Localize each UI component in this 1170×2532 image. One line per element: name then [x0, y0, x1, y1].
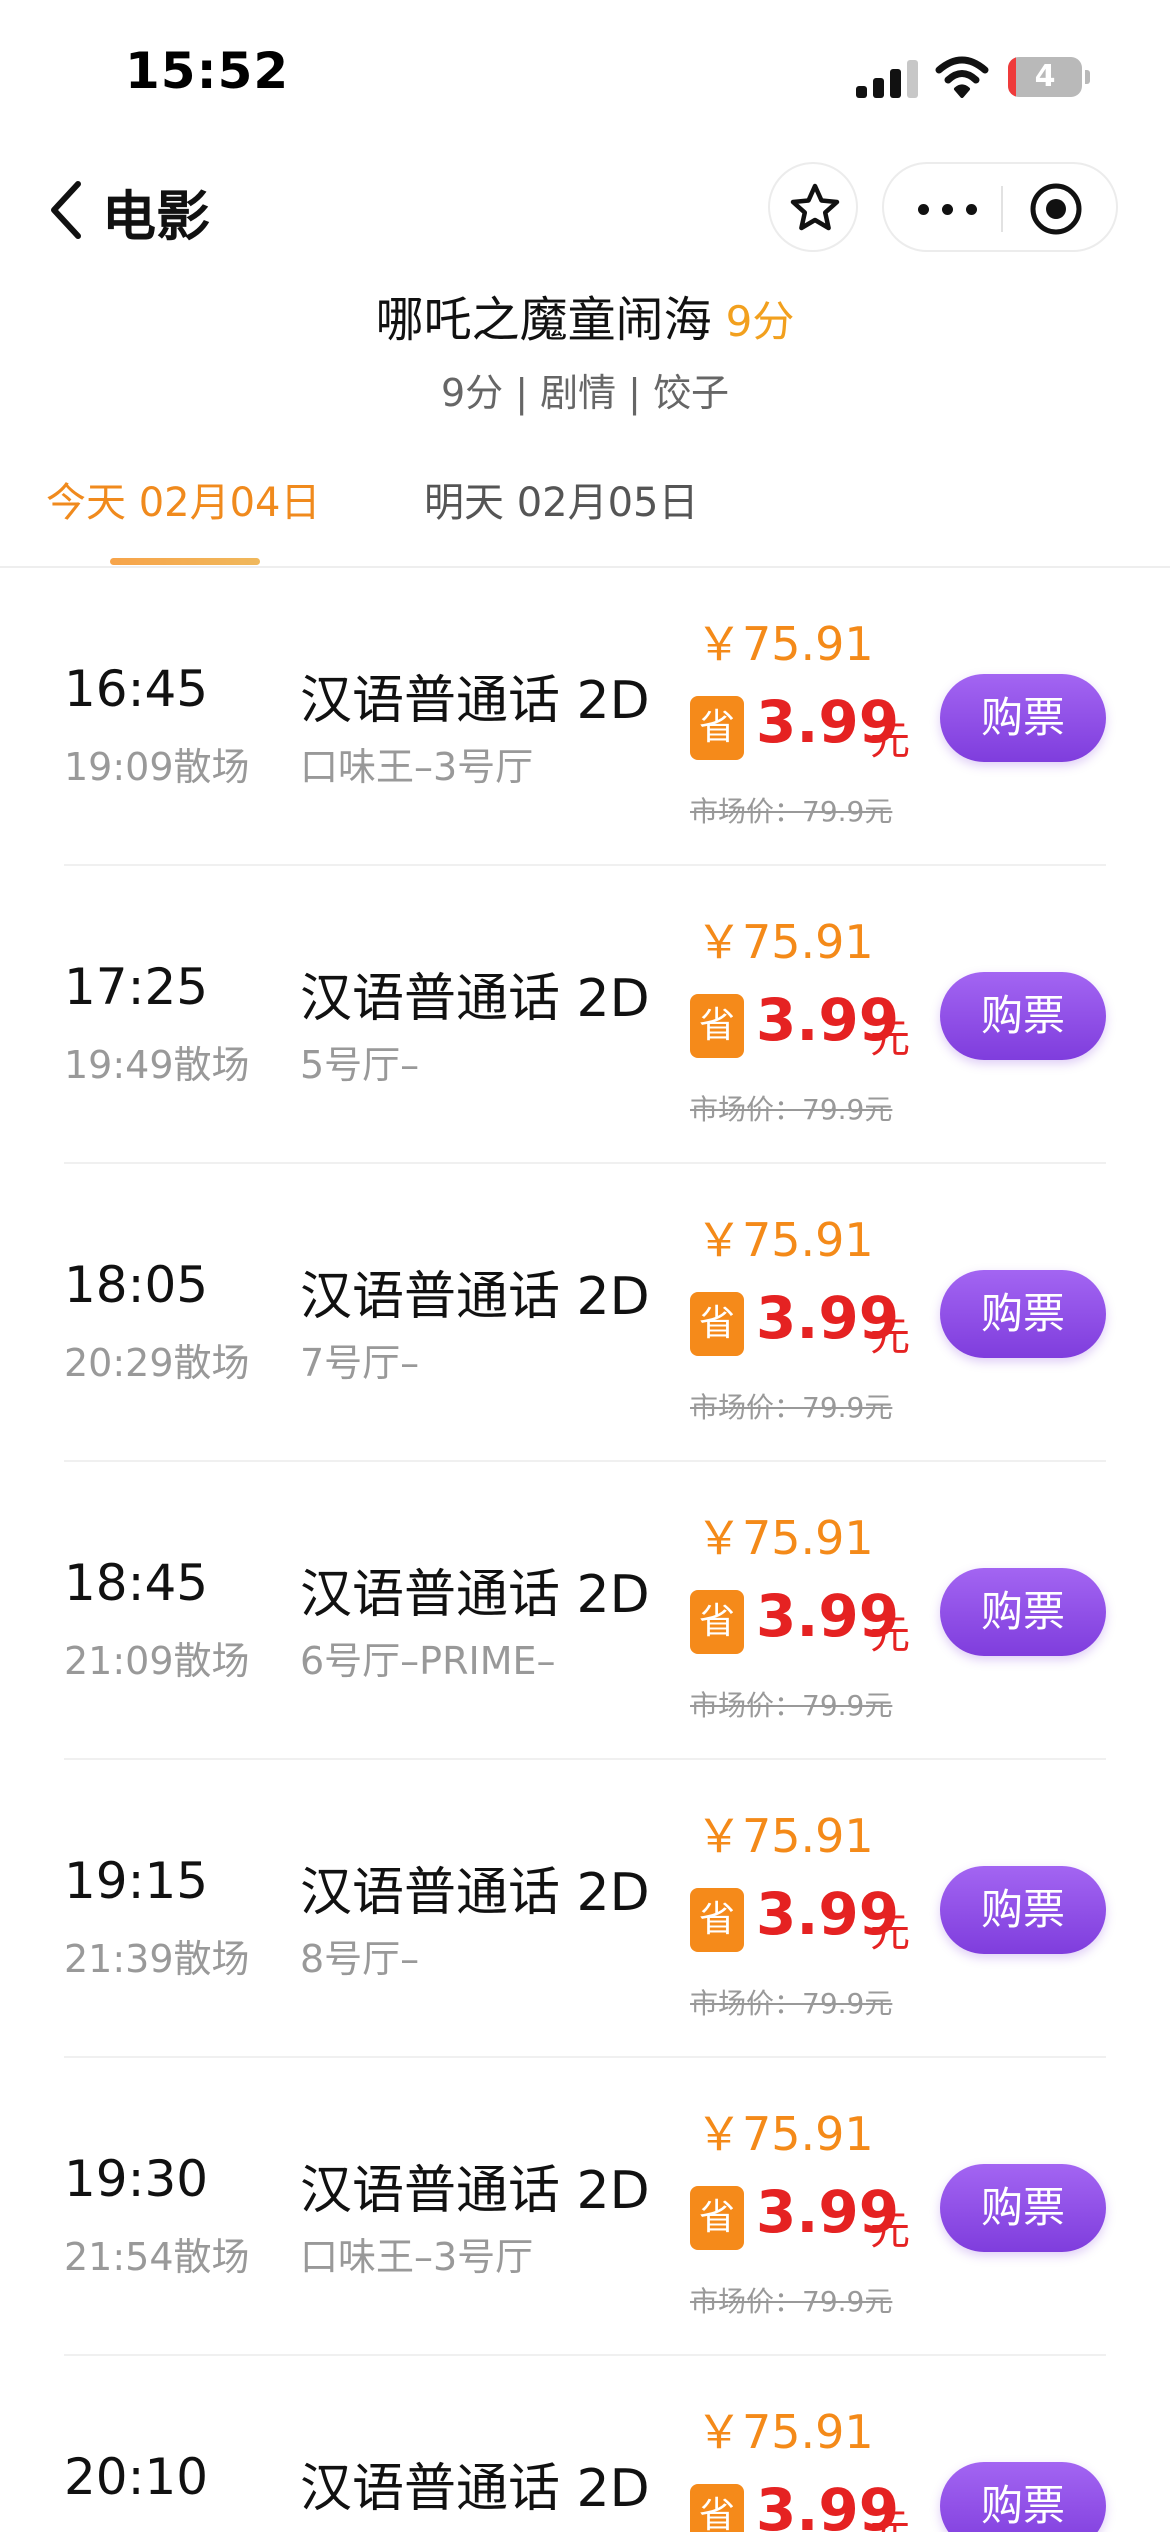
start-time: 18:45	[64, 1554, 209, 1612]
language-format: 汉语普通话 2D	[300, 1267, 650, 1327]
battery-level: 4	[1034, 59, 1056, 94]
buy-ticket-button[interactable]: 购票	[940, 972, 1106, 1060]
save-badge: 省	[690, 1888, 744, 1952]
original-price: ￥75.91	[696, 1809, 874, 1863]
status-time: 15:52	[125, 42, 290, 100]
market-price: 市场价：79.9元	[690, 1689, 893, 1722]
original-price: ￥75.91	[696, 617, 874, 671]
date-tabs: 今天 02月04日 明天 02月05日	[0, 470, 1170, 570]
save-badge: 省	[690, 1590, 744, 1654]
discount-unit: 元	[870, 2506, 910, 2532]
tab-today[interactable]: 今天 02月04日	[46, 470, 321, 528]
market-price: 市场价：79.9元	[690, 2285, 893, 2318]
end-time: 20:29散场	[64, 1341, 250, 1385]
market-price: 市场价：79.9元	[690, 1391, 893, 1424]
end-time: 19:49散场	[64, 1043, 250, 1087]
buy-ticket-button[interactable]: 购票	[940, 674, 1106, 762]
showtime-row[interactable]: 19:15 21:39散场 汉语普通话 2D 8号厅– ￥75.91 省 3.9…	[0, 1760, 1170, 2058]
active-tab-indicator	[110, 558, 260, 565]
discount-unit: 元	[870, 2208, 910, 2254]
discount-unit: 元	[870, 1612, 910, 1658]
start-time: 20:10	[64, 2448, 209, 2506]
buy-ticket-button[interactable]: 购票	[940, 2462, 1106, 2532]
end-time: 21:09散场	[64, 1639, 250, 1683]
showtime-row[interactable]: 19:30 21:54散场 汉语普通话 2D 口味王–3号厅 ￥75.91 省 …	[0, 2058, 1170, 2356]
hall-name: 6号厅–PRIME–	[300, 1639, 556, 1683]
movie-header: 哪吒之魔童闹海 9分 9分 | 剧情 | 饺子	[0, 280, 1170, 420]
showtime-row[interactable]: 16:45 19:09散场 汉语普通话 2D 口味王–3号厅 ￥75.91 省 …	[0, 568, 1170, 866]
start-time: 17:25	[64, 958, 209, 1016]
market-price: 市场价：79.9元	[690, 1093, 893, 1126]
language-format: 汉语普通话 2D	[300, 671, 650, 731]
showtime-row[interactable]: 20:10 汉语普通话 2D ￥75.91 省 3.99 元 购票	[0, 2356, 1170, 2532]
hall-name: 7号厅–	[300, 1341, 420, 1385]
close-miniapp-icon[interactable]	[1028, 181, 1084, 237]
status-bar: 15:52 4	[0, 0, 1170, 150]
start-time: 19:15	[64, 1852, 209, 1910]
movie-tags: 9分 | 剧情 | 饺子	[440, 371, 730, 415]
save-badge: 省	[690, 2186, 744, 2250]
original-price: ￥75.91	[696, 2405, 874, 2459]
hall-name: 8号厅–	[300, 1937, 420, 1981]
discount-unit: 元	[870, 1016, 910, 1062]
hall-name: 口味王–3号厅	[300, 745, 534, 789]
hall-name: 5号厅–	[300, 1043, 420, 1087]
movie-title: 哪吒之魔童闹海	[375, 292, 712, 348]
signal-icon	[856, 60, 918, 98]
favorite-button[interactable]	[768, 162, 858, 252]
battery-body: 4	[1008, 57, 1082, 97]
end-time: 19:09散场	[64, 745, 250, 789]
battery-icon: 4	[1008, 57, 1090, 97]
language-format: 汉语普通话 2D	[300, 1565, 650, 1625]
start-time: 18:05	[64, 1256, 209, 1314]
save-badge: 省	[690, 994, 744, 1058]
buy-ticket-button[interactable]: 购票	[940, 1866, 1106, 1954]
language-format: 汉语普通话 2D	[300, 2459, 650, 2519]
original-price: ￥75.91	[696, 2107, 874, 2161]
miniapp-capsule	[882, 162, 1118, 252]
movie-showtimes-page: 15:52 4 电影 哪吒之魔童闹海 9分 9分 | 剧情 | 饺子 今天 02…	[0, 0, 1170, 2532]
tab-tomorrow[interactable]: 明天 02月05日	[424, 470, 699, 528]
showtime-row[interactable]: 18:05 20:29散场 汉语普通话 2D 7号厅– ￥75.91 省 3.9…	[0, 1164, 1170, 1462]
language-format: 汉语普通话 2D	[300, 969, 650, 1029]
market-price: 市场价：79.9元	[690, 1987, 893, 2020]
nav-bar: 电影	[0, 150, 1170, 265]
start-time: 16:45	[64, 660, 209, 718]
original-price: ￥75.91	[696, 915, 874, 969]
start-time: 19:30	[64, 2150, 209, 2208]
discount-unit: 元	[870, 718, 910, 764]
back-chevron-icon[interactable]	[46, 178, 86, 242]
tabs-fade	[1060, 470, 1170, 550]
language-format: 汉语普通话 2D	[300, 2161, 650, 2221]
showtime-row[interactable]: 18:45 21:09散场 汉语普通话 2D 6号厅–PRIME– ￥75.91…	[0, 1462, 1170, 1760]
save-badge: 省	[690, 2484, 744, 2532]
save-badge: 省	[690, 696, 744, 760]
battery-cap	[1085, 70, 1090, 84]
original-price: ￥75.91	[696, 1511, 874, 1565]
buy-ticket-button[interactable]: 购票	[940, 1568, 1106, 1656]
star-icon	[790, 183, 840, 231]
discount-unit: 元	[870, 1910, 910, 1956]
capsule-divider	[1001, 186, 1003, 232]
language-format: 汉语普通话 2D	[300, 1863, 650, 1923]
hall-name: 口味王–3号厅	[300, 2235, 534, 2279]
buy-ticket-button[interactable]: 购票	[940, 1270, 1106, 1358]
movie-score: 9分	[725, 297, 795, 346]
more-options-icon[interactable]	[918, 204, 978, 216]
save-badge: 省	[690, 1292, 744, 1356]
showtime-row[interactable]: 17:25 19:49散场 汉语普通话 2D 5号厅– ￥75.91 省 3.9…	[0, 866, 1170, 1164]
nav-title: 电影	[102, 185, 210, 248]
end-time: 21:39散场	[64, 1937, 250, 1981]
original-price: ￥75.91	[696, 1213, 874, 1267]
buy-ticket-button[interactable]: 购票	[940, 2164, 1106, 2252]
wifi-icon	[935, 56, 989, 98]
movie-title-line: 哪吒之魔童闹海 9分	[0, 280, 1170, 350]
end-time: 21:54散场	[64, 2235, 250, 2279]
discount-unit: 元	[870, 1314, 910, 1360]
market-price: 市场价：79.9元	[690, 795, 893, 828]
